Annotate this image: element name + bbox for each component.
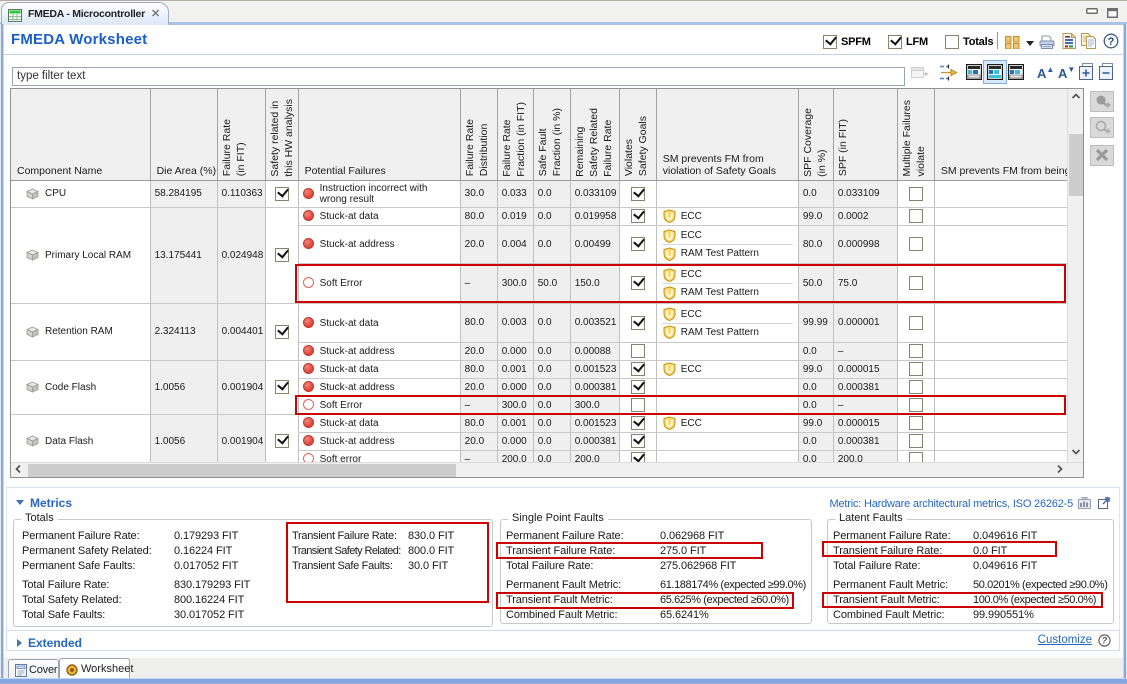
svg-text:?: ? (1108, 36, 1115, 48)
svg-text:?: ? (1102, 635, 1108, 645)
